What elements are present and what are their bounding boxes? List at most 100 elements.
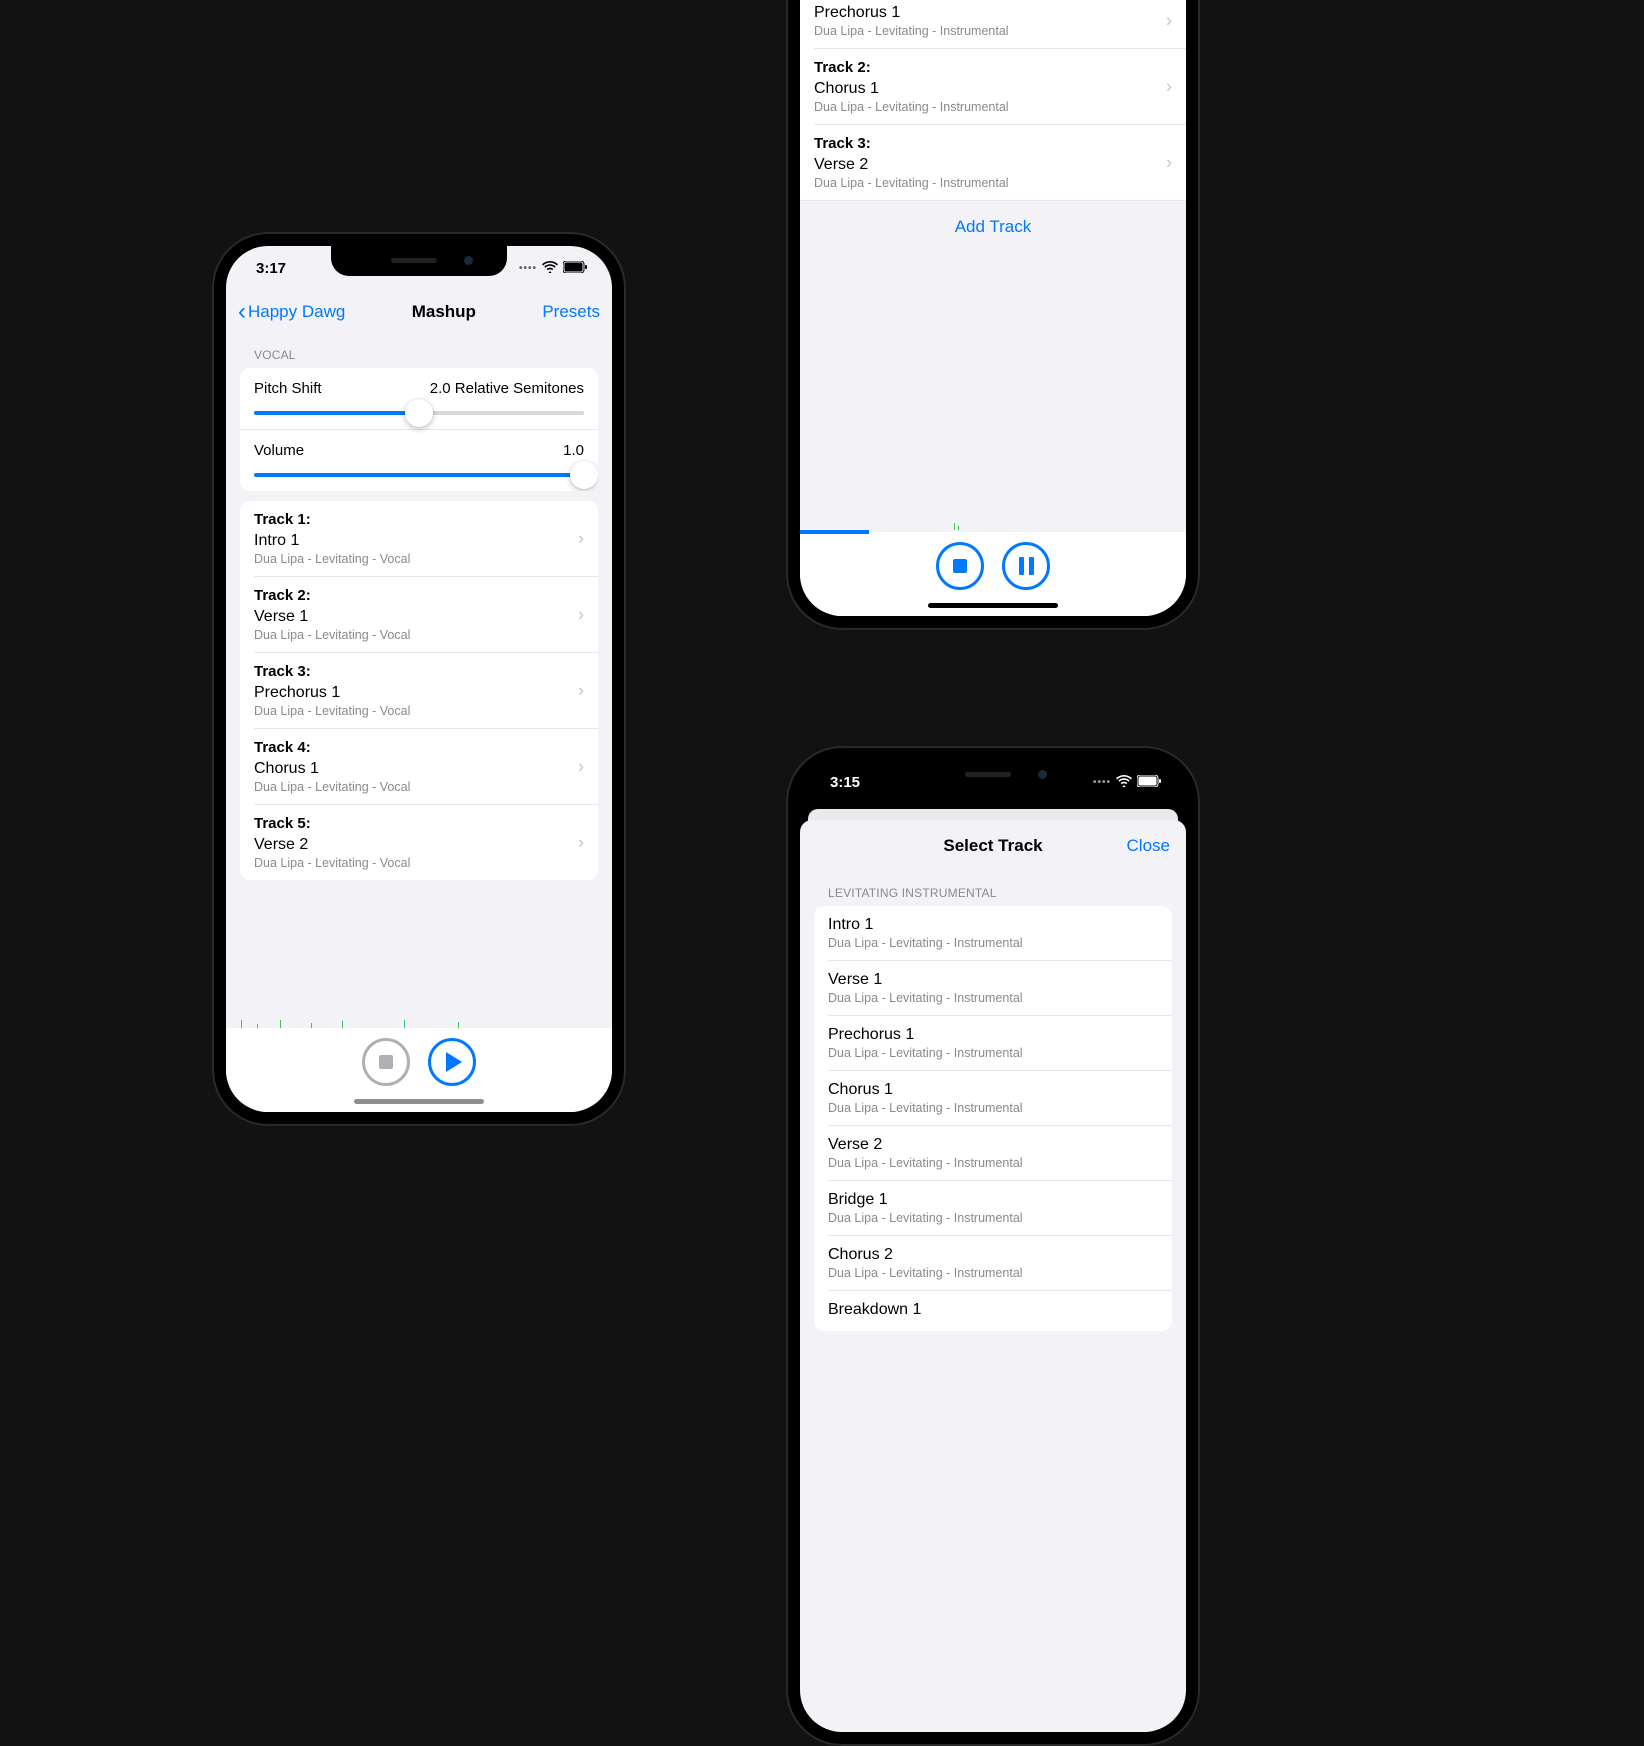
pause-button[interactable]: [1002, 542, 1050, 590]
status-time: 3:15: [830, 774, 860, 791]
track-head: Track 2:: [814, 59, 1172, 76]
back-button[interactable]: ‹ Happy Dawg: [238, 298, 345, 326]
home-indicator[interactable]: [928, 603, 1058, 608]
status-time: 3:17: [256, 260, 286, 277]
presets-button[interactable]: Presets: [542, 302, 600, 322]
tracks-card: Track 1: Intro 1 Dua Lipa - Levitating - V…: [240, 501, 598, 880]
chevron-right-icon: ›: [578, 604, 584, 625]
playback-bar: [226, 1028, 612, 1112]
play-button[interactable]: [428, 1038, 476, 1086]
list-item[interactable]: Chorus 2 Dua Lipa - Levitating - Instrume…: [814, 1236, 1172, 1290]
item-title: Bridge 1: [828, 1191, 1158, 1209]
notch: [905, 760, 1081, 790]
track-head: Track 5:: [254, 815, 584, 832]
track-title: Chorus 1: [814, 80, 1172, 98]
track-row[interactable]: Track 5:Verse 2Dua Lipa - Levitating - V…: [240, 805, 598, 880]
chevron-right-icon: ›: [578, 680, 584, 701]
notch: [331, 246, 507, 276]
track-row[interactable]: Track 1:Intro 1Dua Lipa - Levitating - V…: [240, 501, 598, 576]
track-select-card: Intro 1 Dua Lipa - Levitating - Instrumen…: [814, 906, 1172, 1331]
sheet-title: Select Track: [943, 836, 1042, 856]
track-row[interactable]: Track 4: Chorus 1 Dua Lipa - Levitating - …: [240, 729, 598, 804]
item-subtitle: Dua Lipa - Levitating - Instrumental: [828, 1266, 1158, 1280]
pitch-label: Pitch Shift: [254, 380, 322, 397]
waveform-ticks: [226, 1020, 612, 1028]
track-title: Intro 1: [254, 532, 584, 550]
section-header-vocal: VOCAL: [226, 334, 612, 368]
track-head: Track 1:: [254, 511, 584, 528]
track-row[interactable]: Track 2:Verse 1Dua Lipa - Levitating - V…: [240, 577, 598, 652]
section-header-instrumental: LEVITATING INSTRUMENTAL: [800, 872, 1186, 906]
pitch-slider-row: Pitch Shift 2.0 Relative Semitones: [240, 368, 598, 429]
track-title: Prechorus 1: [814, 4, 1172, 22]
list-item[interactable]: Verse 2 Dua Lipa - Levitating - Instrumen…: [814, 1126, 1172, 1180]
back-label: Happy Dawg: [248, 302, 345, 322]
list-item[interactable]: Breakdown 1: [814, 1291, 1172, 1331]
progress-bar[interactable]: [800, 530, 1186, 534]
list-item[interactable]: Verse 1Dua Lipa - Levitating - Instrumen…: [814, 961, 1172, 1015]
track-row[interactable]: Prechorus 1 Dua Lipa - Levitating - Instr…: [800, 0, 1186, 48]
item-title: Breakdown 1: [828, 1301, 1158, 1319]
track-row[interactable]: Track 2: Chorus 1 Dua Lipa - Levitating - …: [800, 49, 1186, 124]
track-row[interactable]: Track 3: Prechorus 1 Dua Lipa - Levitating…: [240, 653, 598, 728]
list-item[interactable]: Bridge 1Dua Lipa - Levitating - Instrume…: [814, 1181, 1172, 1235]
tracks-card: Prechorus 1 Dua Lipa - Levitating - Instr…: [800, 0, 1186, 201]
battery-icon: [1137, 774, 1162, 791]
list-item[interactable]: Prechorus 1Dua Lipa - Levitating - Instr…: [814, 1016, 1172, 1070]
track-subtitle: Dua Lipa - Levitating - Vocal: [254, 704, 584, 718]
playback-bar: [800, 532, 1186, 616]
track-head: Track 4:: [254, 739, 584, 756]
track-title: Prechorus 1: [254, 684, 584, 702]
slider-thumb[interactable]: [570, 461, 598, 489]
pitch-slider[interactable]: [254, 411, 584, 415]
track-subtitle: Dua Lipa - Levitating - Instrumental: [814, 100, 1172, 114]
chevron-right-icon: ›: [578, 832, 584, 853]
chevron-right-icon: ›: [578, 756, 584, 777]
nav-bar: ‹ Happy Dawg Mashup Presets: [226, 290, 612, 334]
home-indicator[interactable]: [354, 1099, 484, 1104]
volume-label: Volume: [254, 442, 304, 459]
add-track-button[interactable]: Add Track: [800, 201, 1186, 247]
close-button[interactable]: Close: [1127, 836, 1170, 856]
stop-button[interactable]: [936, 542, 984, 590]
volume-value: 1.0: [563, 442, 584, 459]
sheet-nav: Select Track Close: [800, 820, 1186, 872]
track-subtitle: Dua Lipa - Levitating - Vocal: [254, 856, 584, 870]
item-title: Verse 2: [828, 1136, 1158, 1154]
chevron-right-icon: ›: [1166, 152, 1172, 173]
track-head: Track 3:: [254, 663, 584, 680]
chevron-right-icon: ›: [1166, 11, 1172, 32]
track-subtitle: Dua Lipa - Levitating - Instrumental: [814, 24, 1172, 38]
slider-thumb[interactable]: [405, 399, 433, 427]
list-item[interactable]: Chorus 1Dua Lipa - Levitating - Instrume…: [814, 1071, 1172, 1125]
item-subtitle: Dua Lipa - Levitating - Instrumental: [828, 936, 1158, 950]
track-row[interactable]: Track 3:Verse 2Dua Lipa - Levitating - I…: [800, 125, 1186, 200]
stop-button[interactable]: [362, 1038, 410, 1086]
battery-icon: [563, 260, 588, 277]
wifi-icon: [1116, 774, 1132, 791]
volume-slider[interactable]: [254, 473, 584, 477]
phone-mashup: 3:17 •••• ‹ Happy Dawg Mashup Presets VO…: [212, 232, 626, 1126]
track-head: Track 3:: [814, 135, 1172, 152]
track-title: Chorus 1: [254, 760, 584, 778]
chevron-right-icon: ›: [578, 528, 584, 549]
list-item[interactable]: Intro 1 Dua Lipa - Levitating - Instrumen…: [814, 906, 1172, 960]
item-title: Intro 1: [828, 916, 1158, 934]
track-subtitle: Dua Lipa - Levitating - Vocal: [254, 780, 584, 794]
item-subtitle: Dua Lipa - Levitating - Instrumental: [828, 991, 1158, 1005]
item-title: Chorus 2: [828, 1246, 1158, 1264]
pitch-value: 2.0 Relative Semitones: [430, 380, 584, 397]
item-subtitle: Dua Lipa - Levitating - Instrumental: [828, 1046, 1158, 1060]
item-subtitle: Dua Lipa - Levitating - Instrumental: [828, 1156, 1158, 1170]
cellular-icon: ••••: [1093, 777, 1111, 788]
select-track-sheet: Select Track Close LEVITATING INSTRUMENT…: [800, 820, 1186, 1732]
track-subtitle: Dua Lipa - Levitating - Instrumental: [814, 176, 1172, 190]
page-title: Mashup: [412, 302, 476, 322]
chevron-left-icon: ‹: [238, 298, 246, 326]
volume-slider-row: Volume 1.0: [240, 430, 598, 491]
track-head: Track 2:: [254, 587, 584, 604]
track-subtitle: Dua Lipa - Levitating - Vocal: [254, 628, 584, 642]
phone-tracks-list: Prechorus 1 Dua Lipa - Levitating - Instr…: [786, 0, 1200, 630]
wifi-icon: [542, 260, 558, 277]
cellular-icon: ••••: [519, 263, 537, 274]
